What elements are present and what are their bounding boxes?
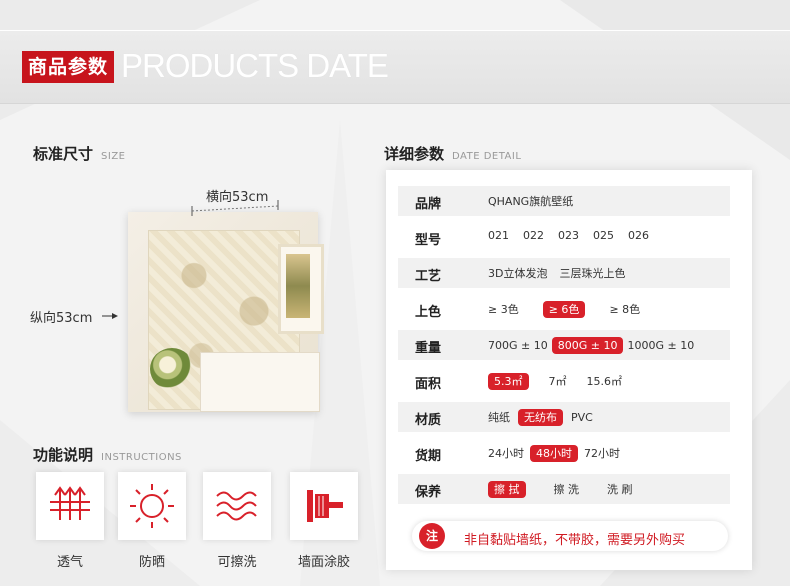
sun-card xyxy=(118,472,186,540)
detail-title: 详细参数 DATE DETAIL xyxy=(384,143,521,164)
detail-title-cn: 详细参数 xyxy=(384,145,445,163)
option-value: 1000G ± 10 xyxy=(627,339,695,352)
option-value: 7㎡ xyxy=(548,375,567,388)
option-value: 擦 洗 xyxy=(553,483,580,496)
detail-row-label: 上色 xyxy=(414,305,441,320)
note-text: 非自黏贴墙纸，不带胶，需要另外购买 xyxy=(464,533,686,548)
option-value: 15.6㎡ xyxy=(586,375,623,388)
dimension-vertical: 纵向53cm xyxy=(30,311,93,326)
option-value: ≥ 3色 xyxy=(488,303,519,316)
dimension-horizontal: 横向53cm xyxy=(206,190,269,205)
detail-row-values: QHANG旗航壁纸 xyxy=(488,193,587,209)
detail-row-label: 型号 xyxy=(414,233,441,248)
option-value: 026 xyxy=(628,229,649,242)
detail-row-label: 材质 xyxy=(414,413,441,428)
highlighted-option: 800G ± 10 xyxy=(551,337,624,354)
highlighted-option: 无纺布 xyxy=(518,409,563,426)
option-value: 025 xyxy=(593,229,614,242)
option-value: 022 xyxy=(523,229,544,242)
option-value: 24小时 xyxy=(488,447,524,460)
note-icon: 注 xyxy=(419,523,445,549)
detail-row-values: 3D立体发泡 三层珠光上色 xyxy=(488,265,637,281)
option-value: QHANG旗航壁纸 xyxy=(488,195,574,208)
option-value: 纯纸 xyxy=(488,411,510,424)
breathable-card xyxy=(36,472,104,540)
option-value: ≥ 8色 xyxy=(609,303,641,316)
function-title-cn: 功能说明 xyxy=(33,446,94,464)
function-label-1: 防晒 xyxy=(138,555,165,570)
option-value: 洗 刷 xyxy=(607,483,633,496)
option-value: 700G ± 10 xyxy=(488,339,548,352)
function-label-0: 透气 xyxy=(56,555,83,570)
highlighted-option: 48小时 xyxy=(530,445,578,462)
detail-row-values: 5.3㎡ 7㎡ 15.6㎡ xyxy=(488,373,642,390)
function-title: 功能说明 INSTRUCTIONS xyxy=(33,444,182,465)
detail-row-label: 工艺 xyxy=(414,269,441,284)
detail-title-en: DATE DETAIL xyxy=(452,151,522,162)
highlighted-option: ≥ 6色 xyxy=(542,301,586,318)
glue-brush-icon xyxy=(307,490,343,522)
highlighted-option: 5.3㎡ xyxy=(488,373,529,390)
option-value: 三层珠光上色 xyxy=(559,267,626,280)
highlighted-option: 擦 拭 xyxy=(488,481,526,498)
function-label-3: 墙面涂胶 xyxy=(297,555,350,570)
detail-row-values: ≥ 3色 ≥ 6色 ≥ 8色 xyxy=(488,301,664,318)
sun-icon xyxy=(130,484,174,528)
detail-row-values: 24小时 48小时 72小时 xyxy=(488,445,626,462)
breathable-icon xyxy=(50,486,90,520)
detail-row-values: 021 022 023 025 026 xyxy=(488,229,663,242)
washable-card xyxy=(203,472,271,540)
function-label-2: 可擦洗 xyxy=(217,555,257,570)
detail-row-label: 货期 xyxy=(414,449,441,464)
glue-card xyxy=(290,472,358,540)
option-value: 023 xyxy=(558,229,579,242)
option-value: PVC xyxy=(571,411,593,424)
function-title-en: INSTRUCTIONS xyxy=(101,452,182,463)
option-value: 72小时 xyxy=(584,447,620,460)
detail-row-label: 保养 xyxy=(414,485,441,500)
detail-row-label: 重量 xyxy=(414,341,441,356)
washable-icon xyxy=(216,491,257,521)
detail-row-values: 纯纸 无纺布 PVC xyxy=(488,409,601,426)
detail-row-label: 品牌 xyxy=(414,197,441,212)
option-value: 3D立体发泡 xyxy=(488,267,548,280)
detail-row-values: 700G ± 10 800G ± 10 1000G ± 10 xyxy=(488,337,698,354)
detail-row-values: 擦 拭擦 洗洗 刷 xyxy=(488,481,661,498)
option-value: 021 xyxy=(488,229,509,242)
detail-row-label: 面积 xyxy=(414,377,441,392)
